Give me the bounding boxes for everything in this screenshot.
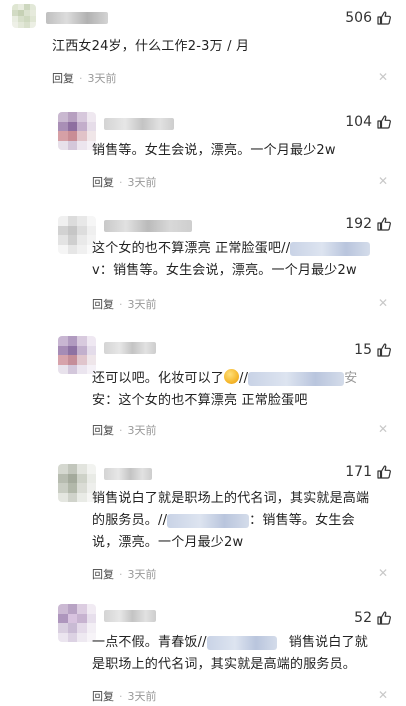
reply-text: 一点不假。青春饭// 销售说白了就 是职场上的代名词，其实就是高端的服务员。 (92, 632, 392, 676)
like-count: 104 (345, 114, 372, 130)
timestamp: 3天前 (127, 298, 157, 311)
reply-line: 安：这个女的也不算漂亮 正常脸蛋吧 (92, 393, 308, 408)
like-count: 171 (345, 464, 372, 480)
reply-line: 这个女的也不算漂亮 正常脸蛋吧// (92, 238, 392, 260)
timestamp: 3天前 (127, 424, 157, 437)
avatar[interactable] (58, 464, 96, 502)
reply-item: 104 销售等。女生会说，漂亮。一个月最少2w 回复 · 3天前 ✕ (0, 104, 406, 196)
reply-button[interactable]: 回复 (92, 566, 114, 582)
reply-line: 一点不假。青春饭// 销售说白了就 (92, 632, 392, 654)
username-redacted[interactable] (104, 468, 152, 480)
reply-item: 192 这个女的也不算漂亮 正常脸蛋吧// v：销售等。女生会说，漂亮。一个月最… (0, 210, 406, 328)
timestamp: 3天前 (127, 176, 157, 189)
thumbs-up-icon (377, 611, 391, 625)
username-redacted[interactable] (46, 12, 108, 24)
reply-line-text: 销售说白了就 (288, 635, 368, 650)
meta-separator: · (119, 175, 123, 189)
reply-button[interactable]: 回复 (92, 296, 114, 312)
reply-item: 52 一点不假。青春饭// 销售说白了就 是职场上的代名词，其实就是高端的服务员。… (0, 604, 406, 706)
top-comment: 506 江西女24岁，什么工作2-3万 / 月 回复 · 3天前 ✕ (0, 0, 406, 100)
timestamp: 3天前 (127, 690, 157, 703)
like-button[interactable]: 15 (354, 342, 392, 358)
reply-line: 的服务员。// ：销售等。女生会 (92, 510, 392, 532)
reply-line-text: 还可以吧。化妆可以了 (92, 371, 225, 386)
mention-redacted[interactable] (167, 513, 250, 528)
close-icon[interactable]: ✕ (378, 566, 388, 580)
mention-redacted[interactable] (206, 635, 277, 650)
avatar[interactable] (58, 336, 96, 374)
avatar[interactable] (58, 604, 96, 642)
reply-line: 还可以吧。化妆可以了 // 安 (92, 368, 392, 390)
like-count: 52 (354, 610, 372, 626)
reply-line: v：销售等。女生会说，漂亮。一个月最少2w (92, 263, 357, 278)
reply-meta: 回复 · 3天前 (92, 174, 157, 190)
close-icon[interactable]: ✕ (378, 422, 388, 436)
like-count: 506 (345, 10, 372, 26)
reply-line: 是职场上的代名词，其实就是高端的服务员。 (92, 657, 357, 672)
reply-text: 还可以吧。化妆可以了 // 安 安：这个女的也不算漂亮 正常脸蛋吧 (92, 368, 392, 412)
reply-button[interactable]: 回复 (52, 70, 74, 86)
thumbs-up-icon (377, 343, 391, 357)
avatar[interactable] (58, 216, 96, 254)
thumbs-up-icon (377, 115, 391, 129)
reply-button[interactable]: 回复 (92, 688, 114, 704)
reply-meta: 回复 · 3天前 (92, 296, 157, 312)
avatar[interactable] (58, 112, 96, 150)
thumbs-up-icon (377, 217, 391, 231)
reply-line-text: 安 (344, 371, 358, 386)
reply-line-text: 的服务员。// (92, 513, 168, 528)
reply-text: 销售说白了就是职场上的代名词，其实就是高端 的服务员。// ：销售等。女生会 说，… (92, 488, 392, 554)
reply-meta: 回复 · 3天前 (92, 688, 157, 704)
reply-line-text: ：销售等。女生会 (249, 513, 355, 528)
close-icon[interactable]: ✕ (378, 296, 388, 310)
username-redacted[interactable] (104, 118, 174, 130)
username-redacted[interactable] (104, 610, 156, 622)
reply-line-text: 这个女的也不算漂亮 正常脸蛋吧// (92, 241, 291, 256)
reply-button[interactable]: 回复 (92, 422, 114, 438)
like-button[interactable]: 506 (345, 10, 392, 26)
like-button[interactable]: 52 (354, 610, 392, 626)
reply-line-text: 一点不假。青春饭// (92, 635, 207, 650)
reply-meta: 回复 · 3天前 (92, 422, 157, 438)
meta-separator: · (119, 297, 123, 311)
like-count: 192 (345, 216, 372, 232)
reply-line: 说，漂亮。一个月最少2w (92, 535, 244, 550)
reply-line: 销售说白了就是职场上的代名词，其实就是高端 (92, 491, 370, 506)
username-redacted[interactable] (104, 342, 156, 354)
like-button[interactable]: 104 (345, 114, 392, 130)
username-redacted[interactable] (104, 220, 192, 232)
mention-redacted[interactable] (248, 371, 345, 386)
meta-separator: · (79, 71, 83, 85)
reply-text: 这个女的也不算漂亮 正常脸蛋吧// v：销售等。女生会说，漂亮。一个月最少2w (92, 238, 392, 282)
comment-meta: 回复 · 3天前 (52, 70, 117, 86)
meta-separator: · (119, 423, 123, 437)
like-count: 15 (354, 342, 372, 358)
laughing-emoji-icon (224, 369, 240, 384)
mention-redacted[interactable] (290, 241, 371, 256)
close-icon[interactable]: ✕ (378, 688, 388, 702)
timestamp: 3天前 (127, 568, 157, 581)
thumbs-up-icon (377, 465, 391, 479)
avatar[interactable] (12, 4, 36, 28)
thumbs-up-icon (377, 11, 391, 25)
reply-button[interactable]: 回复 (92, 174, 114, 190)
reply-item: 171 销售说白了就是职场上的代名词，其实就是高端 的服务员。// ：销售等。女生… (0, 460, 406, 590)
like-button[interactable]: 192 (345, 216, 392, 232)
reply-item: 15 还可以吧。化妆可以了 // 安 安：这个女的也不算漂亮 正常脸蛋吧 回复 · … (0, 332, 406, 448)
meta-separator: · (119, 567, 123, 581)
like-button[interactable]: 171 (345, 464, 392, 480)
reply-line-text: // (239, 371, 249, 386)
reply-meta: 回复 · 3天前 (92, 566, 157, 582)
meta-separator: · (119, 689, 123, 703)
timestamp: 3天前 (87, 72, 117, 85)
reply-text: 销售等。女生会说，漂亮。一个月最少2w (92, 143, 336, 158)
comment-text: 江西女24岁，什么工作2-3万 / 月 (52, 39, 250, 54)
close-icon[interactable]: ✕ (378, 174, 388, 188)
close-icon[interactable]: ✕ (378, 70, 388, 84)
